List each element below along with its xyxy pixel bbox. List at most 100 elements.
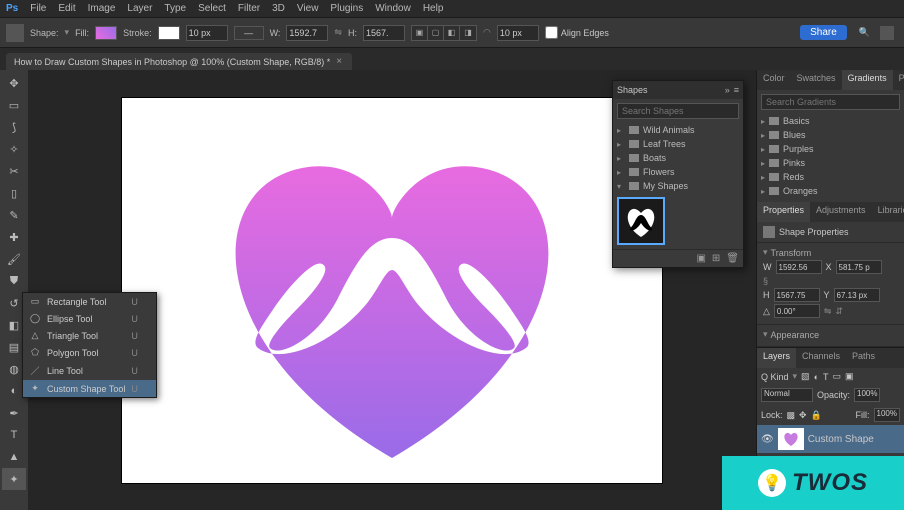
menu-edit[interactable]: Edit: [58, 3, 75, 14]
opacity-input[interactable]: 100%: [854, 388, 880, 402]
transform-w-input[interactable]: [776, 260, 822, 274]
pathop-intersect-icon[interactable]: ◧: [444, 26, 460, 40]
shapes-panel-header[interactable]: Shapes » ≡: [613, 81, 743, 99]
flyout-triangle-tool[interactable]: △Triangle ToolU: [23, 327, 156, 344]
menu-window[interactable]: Window: [375, 3, 411, 14]
shape-preset-thumbnail[interactable]: [617, 197, 665, 245]
menu-view[interactable]: View: [297, 3, 319, 14]
delete-icon[interactable]: 🗑: [726, 253, 739, 264]
stroke-style-dash-icon[interactable]: —: [234, 26, 264, 40]
gradients-search-input[interactable]: [761, 94, 900, 110]
close-tab-icon[interactable]: ×: [336, 56, 342, 67]
tab-color[interactable]: Color: [757, 70, 791, 90]
corner-radius-input[interactable]: [497, 25, 539, 41]
search-icon[interactable]: 🔍: [859, 27, 870, 38]
visibility-icon[interactable]: 👁: [761, 434, 774, 445]
panel-menu-icon[interactable]: ≡: [734, 85, 739, 95]
menu-type[interactable]: Type: [164, 3, 186, 14]
share-button[interactable]: Share: [800, 25, 847, 40]
tab-patterns[interactable]: Patterns: [893, 70, 904, 90]
marquee-tool-icon[interactable]: ▭: [2, 94, 26, 116]
menu-select[interactable]: Select: [198, 3, 226, 14]
flyout-line-tool[interactable]: ／Line ToolU: [23, 361, 156, 380]
width-input[interactable]: [286, 25, 328, 41]
eyedropper-tool-icon[interactable]: ✎: [2, 204, 26, 226]
crop-tool-icon[interactable]: ✂: [2, 160, 26, 182]
pathop-exclude-icon[interactable]: ◨: [460, 26, 476, 40]
menu-plugins[interactable]: Plugins: [330, 3, 363, 14]
blend-mode-dropdown[interactable]: Normal: [761, 388, 813, 402]
stroke-width-input[interactable]: [186, 25, 228, 41]
new-group-icon[interactable]: ▣: [696, 253, 705, 264]
tab-adjustments[interactable]: Adjustments: [810, 202, 872, 222]
fill-opacity-input[interactable]: 100%: [874, 408, 900, 422]
path-select-tool-icon[interactable]: ▲: [2, 446, 26, 468]
layer-row-custom-shape[interactable]: 👁 Custom Shape: [757, 425, 904, 453]
transform-angle-input[interactable]: [774, 304, 820, 318]
filter-adj-icon[interactable]: ◐: [814, 372, 819, 382]
lock-pixel-icon[interactable]: 🔒: [811, 410, 822, 421]
align-edges-checkbox[interactable]: Align Edges: [545, 26, 609, 39]
workspace-switcher-icon[interactable]: [880, 26, 894, 40]
kind-filter[interactable]: Q Kind: [761, 372, 789, 382]
layer-name[interactable]: Custom Shape: [808, 434, 874, 445]
filter-smart-icon[interactable]: ▣: [845, 371, 854, 382]
heal-tool-icon[interactable]: ✚: [2, 226, 26, 248]
link-icon[interactable]: §: [763, 276, 768, 286]
transform-x-input[interactable]: [836, 260, 882, 274]
path-operations[interactable]: ▣ ▢ ◧ ◨: [411, 25, 477, 41]
menu-image[interactable]: Image: [88, 3, 116, 14]
frame-tool-icon[interactable]: ▯: [2, 182, 26, 204]
shapes-folder[interactable]: ▸Boats: [617, 151, 739, 165]
tool-preset-icon[interactable]: [6, 24, 24, 42]
lock-pos-icon[interactable]: ✥: [799, 410, 807, 421]
menu-3d[interactable]: 3D: [272, 3, 285, 14]
shapes-folder[interactable]: ▸Leaf Trees: [617, 137, 739, 151]
shapes-folder[interactable]: ▸Flowers: [617, 165, 739, 179]
gradient-folder[interactable]: Purples: [761, 142, 900, 156]
pathop-combine-icon[interactable]: ▣: [412, 26, 428, 40]
tab-paths[interactable]: Paths: [846, 348, 881, 368]
gradient-folder[interactable]: Pinks: [761, 156, 900, 170]
pen-tool-icon[interactable]: ✒: [2, 402, 26, 424]
pathop-subtract-icon[interactable]: ▢: [428, 26, 444, 40]
lock-all-icon[interactable]: ▩: [787, 410, 796, 421]
tab-channels[interactable]: Channels: [796, 348, 846, 368]
shapes-search-input[interactable]: [617, 103, 739, 119]
shape-tool-icon[interactable]: ✦: [2, 468, 26, 490]
gradient-folder[interactable]: Oranges: [761, 184, 900, 198]
gradient-folder[interactable]: Reds: [761, 170, 900, 184]
lasso-tool-icon[interactable]: ⟆: [2, 116, 26, 138]
stroke-swatch[interactable]: [158, 26, 180, 40]
type-tool-icon[interactable]: T: [2, 424, 26, 446]
fill-swatch[interactable]: [95, 26, 117, 40]
shapes-folder-my-shapes[interactable]: ▾My Shapes: [617, 179, 739, 193]
wand-tool-icon[interactable]: ✧: [2, 138, 26, 160]
transform-h-input[interactable]: [774, 288, 820, 302]
flyout-ellipse-tool[interactable]: ◯Ellipse ToolU: [23, 310, 156, 327]
shapes-folder[interactable]: ▸Wild Animals: [617, 123, 739, 137]
brush-tool-icon[interactable]: 🖌: [2, 248, 26, 270]
tab-properties[interactable]: Properties: [757, 202, 810, 222]
menu-layer[interactable]: Layer: [127, 3, 152, 14]
tab-layers[interactable]: Layers: [757, 348, 796, 368]
link-wh-icon[interactable]: ⇋: [334, 27, 342, 38]
filter-pixel-icon[interactable]: ▧: [801, 371, 810, 382]
transform-y-input[interactable]: [834, 288, 880, 302]
tab-gradients[interactable]: Gradients: [842, 70, 893, 90]
move-tool-icon[interactable]: ✥: [2, 72, 26, 94]
document-tab[interactable]: How to Draw Custom Shapes in Photoshop @…: [6, 53, 352, 70]
flip-h-icon[interactable]: ⇋: [824, 306, 832, 317]
flip-v-icon[interactable]: ⇵: [835, 306, 843, 317]
tab-swatches[interactable]: Swatches: [791, 70, 842, 90]
flyout-rectangle-tool[interactable]: ▭Rectangle ToolU: [23, 293, 156, 310]
stamp-tool-icon[interactable]: ⛊: [2, 270, 26, 292]
new-shape-icon[interactable]: ⊞: [712, 253, 720, 264]
height-input[interactable]: [363, 25, 405, 41]
flyout-polygon-tool[interactable]: ⬠Polygon ToolU: [23, 344, 156, 361]
filter-type-icon[interactable]: T: [823, 372, 829, 382]
shape-mode-dropdown-icon[interactable]: ▾: [65, 27, 70, 38]
menu-help[interactable]: Help: [423, 3, 444, 14]
menu-filter[interactable]: Filter: [238, 3, 260, 14]
gradient-folder[interactable]: Basics: [761, 114, 900, 128]
